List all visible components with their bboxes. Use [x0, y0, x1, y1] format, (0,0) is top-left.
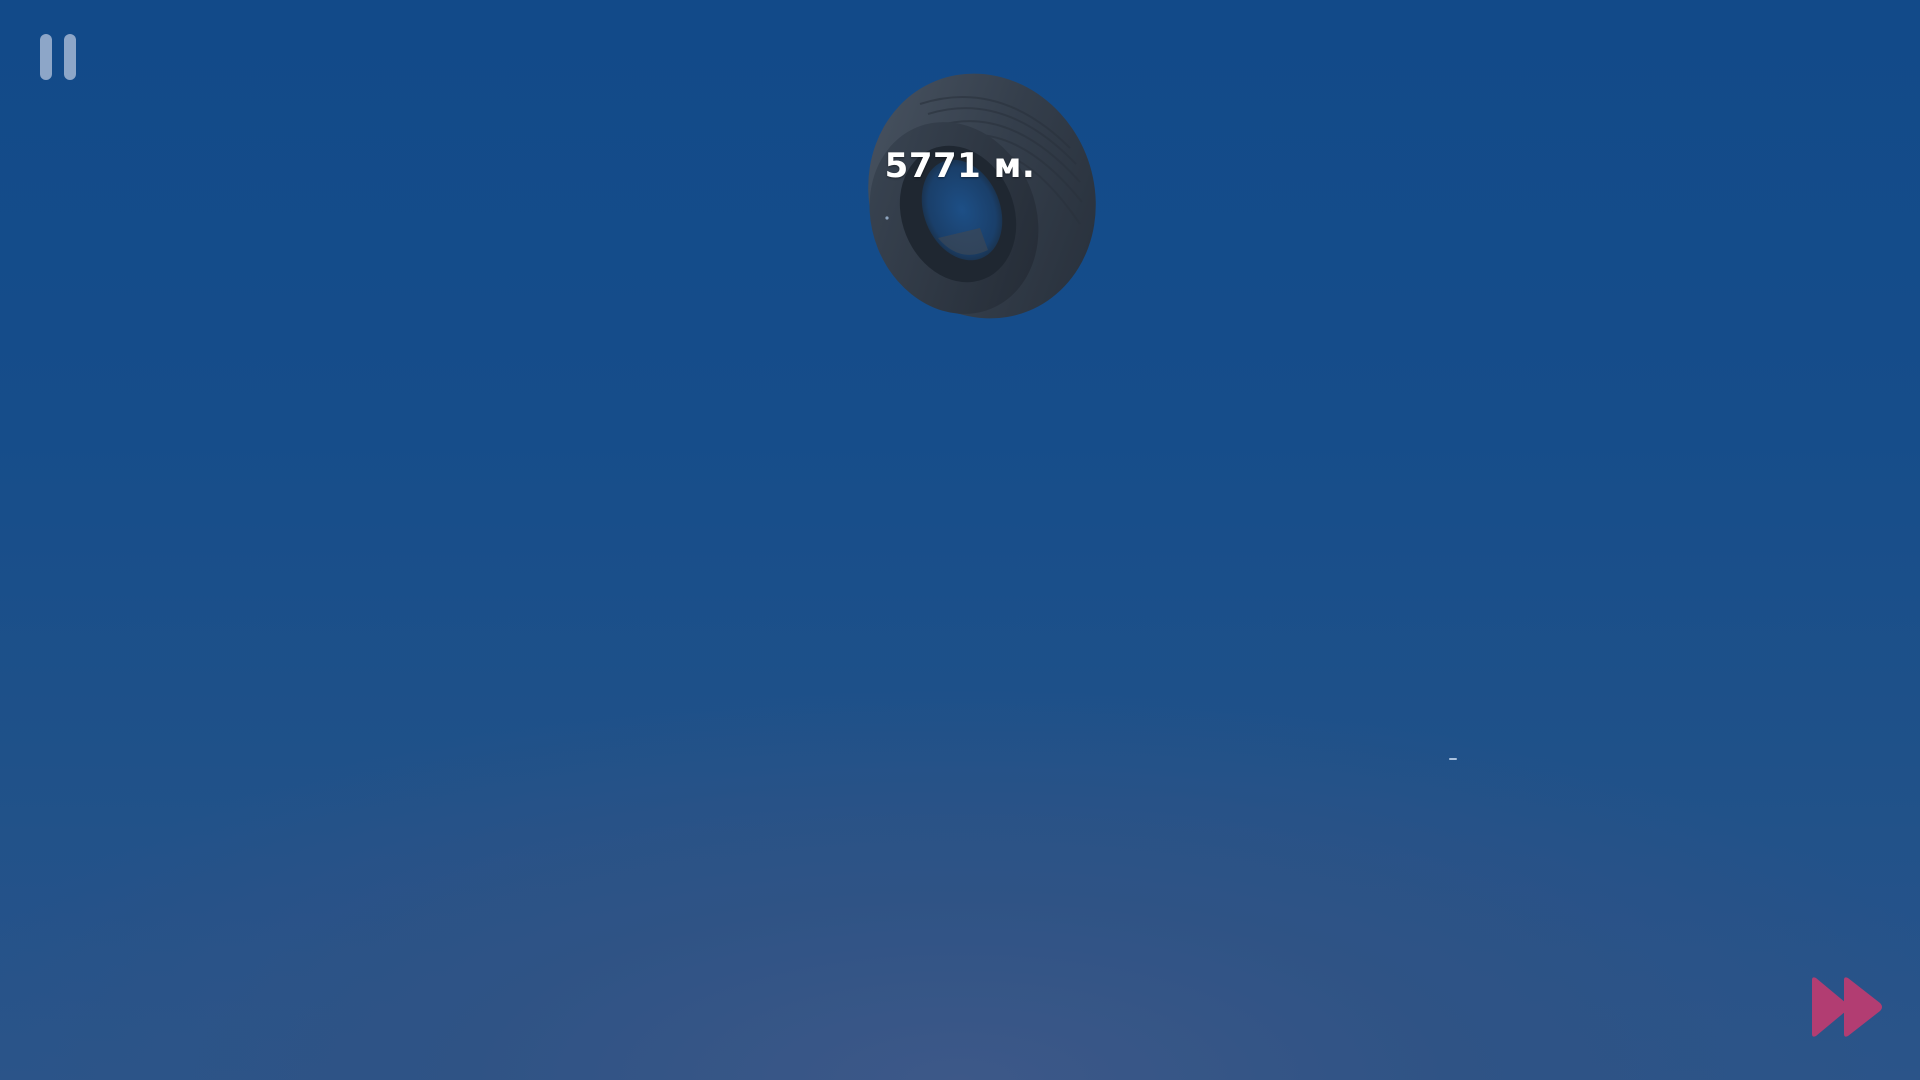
tire-object — [850, 68, 1100, 328]
pause-icon — [40, 34, 52, 80]
distant-object — [1449, 758, 1457, 760]
fast-forward-button[interactable] — [1808, 976, 1886, 1038]
fast-forward-icon — [1812, 977, 1882, 1037]
pause-icon-bar — [64, 34, 76, 80]
pause-button[interactable] — [38, 34, 78, 84]
distance-counter: 5771 м. — [884, 146, 1036, 186]
